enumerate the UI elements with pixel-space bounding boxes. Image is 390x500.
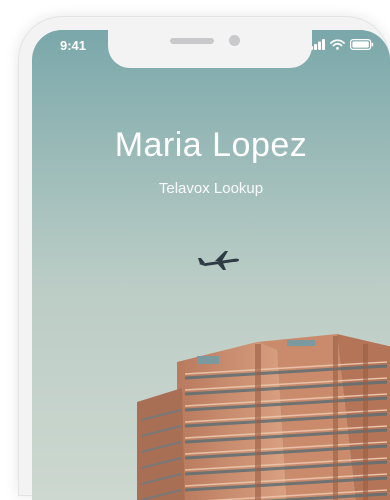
contact-name: Maria Lopez bbox=[114, 126, 308, 164]
wifi-icon bbox=[330, 39, 345, 50]
front-camera bbox=[229, 35, 240, 46]
notch bbox=[108, 30, 312, 68]
battery-icon bbox=[350, 39, 374, 50]
speaker-grille bbox=[170, 38, 214, 44]
app-name: Telavox Lookup bbox=[158, 180, 264, 197]
status-icons bbox=[310, 39, 374, 50]
phone-frame: 9:41 Maria Lopez Telavox Lookup bbox=[18, 16, 390, 500]
building-image bbox=[137, 334, 390, 500]
cellular-signal-icon bbox=[310, 39, 325, 50]
status-time: 9:41 bbox=[60, 38, 87, 53]
lock-screen: 9:41 Maria Lopez Telavox Lookup bbox=[32, 30, 390, 500]
airplane-image bbox=[198, 251, 239, 270]
